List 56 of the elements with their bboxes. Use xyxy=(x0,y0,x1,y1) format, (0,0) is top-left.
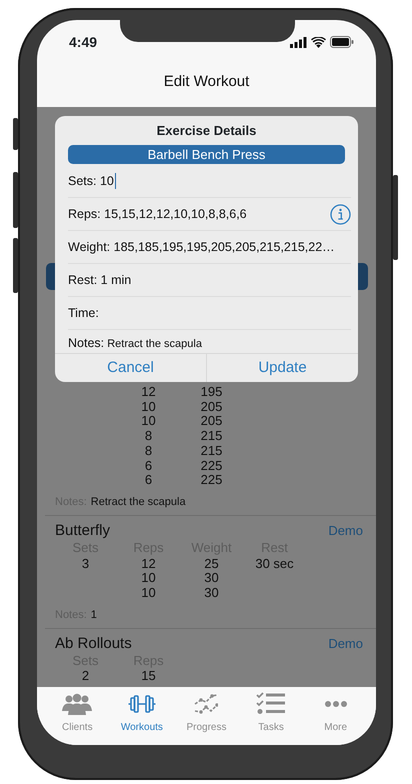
dialog-button[interactable]: Update xyxy=(206,354,358,382)
field-text[interactable]: Rest: 1 min xyxy=(68,270,132,290)
table-cell-text: 12 xyxy=(140,556,157,572)
table-cell-text: 10 xyxy=(140,586,157,601)
table-cell-text: 225 xyxy=(200,458,224,474)
tab-item[interactable]: Tasks xyxy=(241,691,302,745)
field-text[interactable]: Reps: 15,15,12,12,10,10,8,8,6,6 xyxy=(68,204,247,224)
info-icon[interactable] xyxy=(330,204,351,224)
battery-icon xyxy=(330,36,354,48)
nav-title: Edit Workout xyxy=(164,72,250,92)
notes-text: 1 xyxy=(90,608,97,623)
table-cell-text: 215 xyxy=(200,444,224,459)
table-cell-text: 8 xyxy=(144,429,154,444)
table-cell-text: 225 xyxy=(200,473,224,488)
line-chart-icon xyxy=(194,693,218,715)
exercise-name: Ab Rollouts xyxy=(55,634,132,653)
table-cell-text: 205 xyxy=(200,414,224,430)
table-cell-text: 3 xyxy=(80,556,90,572)
signal-icon xyxy=(290,36,307,48)
tab-item[interactable]: Workouts xyxy=(112,691,172,745)
field-text[interactable]: Time: xyxy=(68,304,99,322)
table-cell-text: 205 xyxy=(200,400,224,414)
people-icon xyxy=(62,693,92,715)
dialog-title: Exercise Details xyxy=(156,122,258,140)
table-cell-text: 2 xyxy=(80,669,90,684)
exercise-name: Butterfly xyxy=(55,522,110,540)
field-text[interactable]: Sets: 10 xyxy=(68,172,116,190)
table-cell-text: 6 xyxy=(144,458,154,474)
table-cell-text: 215 xyxy=(200,429,224,444)
demo-link[interactable]: Demo xyxy=(328,634,363,654)
field-text[interactable]: Notes: Retract the scapula xyxy=(68,334,202,353)
field-text[interactable]: Weight: 185,185,195,195,205,205,215,215,22… xyxy=(68,238,335,256)
table-cell-text: 15 xyxy=(140,669,157,684)
table-cell-text: 10 xyxy=(140,414,157,430)
dialog-button[interactable]: Cancel xyxy=(55,354,206,382)
table-cell-text: 195 xyxy=(200,385,224,400)
table-cell-text: 30 sec xyxy=(254,556,295,572)
exercise-button[interactable]: Barbell Bench Press xyxy=(68,144,345,164)
table-cell-text: 6 xyxy=(144,473,154,488)
more-icon xyxy=(324,701,348,707)
table-cell-text: 10 xyxy=(140,571,157,586)
checklist-icon xyxy=(256,692,286,716)
table-cell-text: 12 xyxy=(140,385,157,400)
table-cell-text: 8 xyxy=(144,444,154,459)
table-cell-text: 25 xyxy=(203,556,220,572)
demo-link[interactable]: Demo xyxy=(328,521,363,541)
table-cell-text: 10 xyxy=(140,400,157,414)
notes-text: Retract the scapula xyxy=(90,494,186,510)
dumbbell-icon xyxy=(128,695,156,713)
tab-item[interactable]: Clients xyxy=(47,691,108,745)
wifi-icon xyxy=(311,36,326,48)
tab-item[interactable]: Progress xyxy=(176,691,236,745)
table-cell-text: 30 xyxy=(203,586,220,601)
table-cell-text: 30 xyxy=(203,571,220,586)
status-time: 4:49 xyxy=(69,32,98,52)
tab-item[interactable]: More xyxy=(306,691,366,745)
